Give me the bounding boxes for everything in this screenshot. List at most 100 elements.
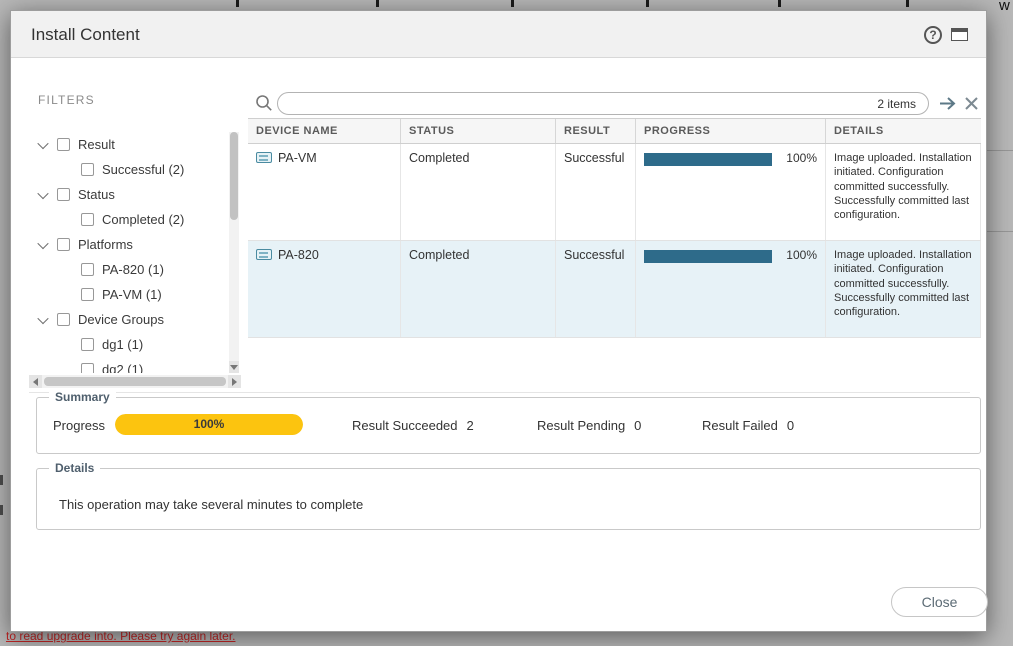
device-name: PA-820 [278,248,319,262]
summary-panel: Summary Progress 100% Result Succeeded2 … [36,397,981,454]
filter-tree: Result Successful (2) Status Completed (… [29,132,227,373]
background-fragment [0,475,3,485]
close-button[interactable]: Close [891,587,988,617]
chevron-down-icon[interactable] [37,312,48,323]
summary-progress-bar: 100% [115,414,303,435]
result-cell: Successful [556,144,636,240]
scroll-right-button[interactable] [228,375,241,388]
device-name-cell: PA-VM [248,144,401,240]
filter-group-label: Device Groups [78,312,164,327]
filter-item-label: dg1 (1) [102,337,143,352]
items-count-badge: 2 items [877,97,916,111]
progress-percent-label: 100% [786,151,817,165]
filter-group-label: Platforms [78,237,133,252]
device-name-cell: PA-820 [248,241,401,337]
chevron-down-icon[interactable] [37,237,48,248]
apply-filter-arrow-icon[interactable] [939,96,958,116]
background-fragment [987,231,1013,232]
search-field[interactable]: 2 items [277,92,929,115]
column-header-details[interactable]: DETAILS [826,119,981,143]
progress-cell: 100% [636,144,826,240]
background-fragment [511,0,514,7]
scrollbar-thumb[interactable] [230,132,238,220]
screen: w to read upgrade into. Please try again… [0,0,1013,646]
arrow-left-icon [33,378,38,386]
search-icon [255,94,273,117]
table-header-row: DEVICE NAME STATUS RESULT PROGRESS DETAI… [248,118,981,144]
filters-horizontal-scrollbar[interactable] [29,375,241,388]
checkbox-platforms[interactable] [57,238,70,251]
filters-vertical-scrollbar[interactable] [229,132,239,373]
checkbox-result[interactable] [57,138,70,151]
clear-filter-icon[interactable] [964,96,979,116]
background-fragment [778,0,781,7]
checkbox-pavm[interactable] [81,288,94,301]
checkbox-status[interactable] [57,188,70,201]
stat-value: 0 [634,418,641,433]
checkbox-pa820[interactable] [81,263,94,276]
column-header-result[interactable]: RESULT [556,119,636,143]
search-input[interactable] [290,97,877,111]
filter-item-successful: Successful (2) [29,157,227,182]
scroll-down-button[interactable] [229,361,239,373]
filter-item-label: PA-VM (1) [102,287,162,302]
filter-item-dg2: dg2 (1) [29,357,227,373]
device-table: DEVICE NAME STATUS RESULT PROGRESS DETAI… [248,118,981,338]
background-text-fragment: w [999,0,1010,14]
background-fragment [236,0,239,7]
filter-item-dg1: dg1 (1) [29,332,227,357]
filters-heading: FILTERS [38,93,95,107]
checkbox-device-groups[interactable] [57,313,70,326]
progress-bar-track [644,250,772,263]
chevron-down-icon[interactable] [37,137,48,148]
stat-label: Result Failed [702,418,778,433]
status-cell: Completed [401,144,556,240]
scrollbar-thumb[interactable] [44,377,226,386]
status-cell: Completed [401,241,556,337]
details-message: This operation may take several minutes … [59,497,363,512]
stat-value: 2 [467,418,474,433]
dialog-header: Install Content ? [11,11,986,58]
help-icon[interactable]: ? [924,26,942,44]
progress-bar-track [644,153,772,166]
filter-group-label: Status [78,187,115,202]
progress-bar-fill [644,153,772,166]
firewall-device-icon [256,152,272,163]
summary-progress-label: Progress [53,418,105,433]
progress-bar-wrap: 100% [644,248,817,263]
arrow-down-icon [230,365,238,370]
scroll-left-button[interactable] [29,375,42,388]
filter-item-label: PA-820 (1) [102,262,164,277]
checkbox-dg2[interactable] [81,363,94,373]
checkbox-completed[interactable] [81,213,94,226]
details-cell: Image uploaded. Installation initiated. … [826,241,981,337]
filter-item-pavm: PA-VM (1) [29,282,227,307]
stat-result-pending: Result Pending 0 [537,418,641,433]
arrow-right-icon [232,378,237,386]
stat-result-succeeded: Result Succeeded2 [352,418,474,433]
table-row: PA-VM Completed Successful 100% Image up… [248,144,981,241]
filter-item-label: dg2 (1) [102,362,143,373]
stat-label: Result Pending [537,418,625,433]
column-header-status[interactable]: STATUS [401,119,556,143]
filter-group-platforms: Platforms [29,232,227,257]
background-fragment [376,0,379,7]
column-header-progress[interactable]: PROGRESS [636,119,826,143]
column-header-device-name[interactable]: DEVICE NAME [248,119,401,143]
background-fragment [906,0,909,7]
window-restore-icon[interactable] [951,28,968,41]
background-fragment [646,0,649,7]
filter-item-pa820: PA-820 (1) [29,257,227,282]
filter-group-device-groups: Device Groups [29,307,227,332]
table-row: PA-820 Completed Successful 100% Image u… [248,241,981,338]
background-fragment [0,505,3,515]
filter-item-completed: Completed (2) [29,207,227,232]
device-name: PA-VM [278,151,317,165]
checkbox-successful[interactable] [81,163,94,176]
filter-group-result: Result [29,132,227,157]
checkbox-dg1[interactable] [81,338,94,351]
progress-bar-wrap: 100% [644,151,817,166]
details-panel: Details This operation may take several … [36,468,981,530]
chevron-down-icon[interactable] [37,187,48,198]
background-fragment [987,150,1013,151]
